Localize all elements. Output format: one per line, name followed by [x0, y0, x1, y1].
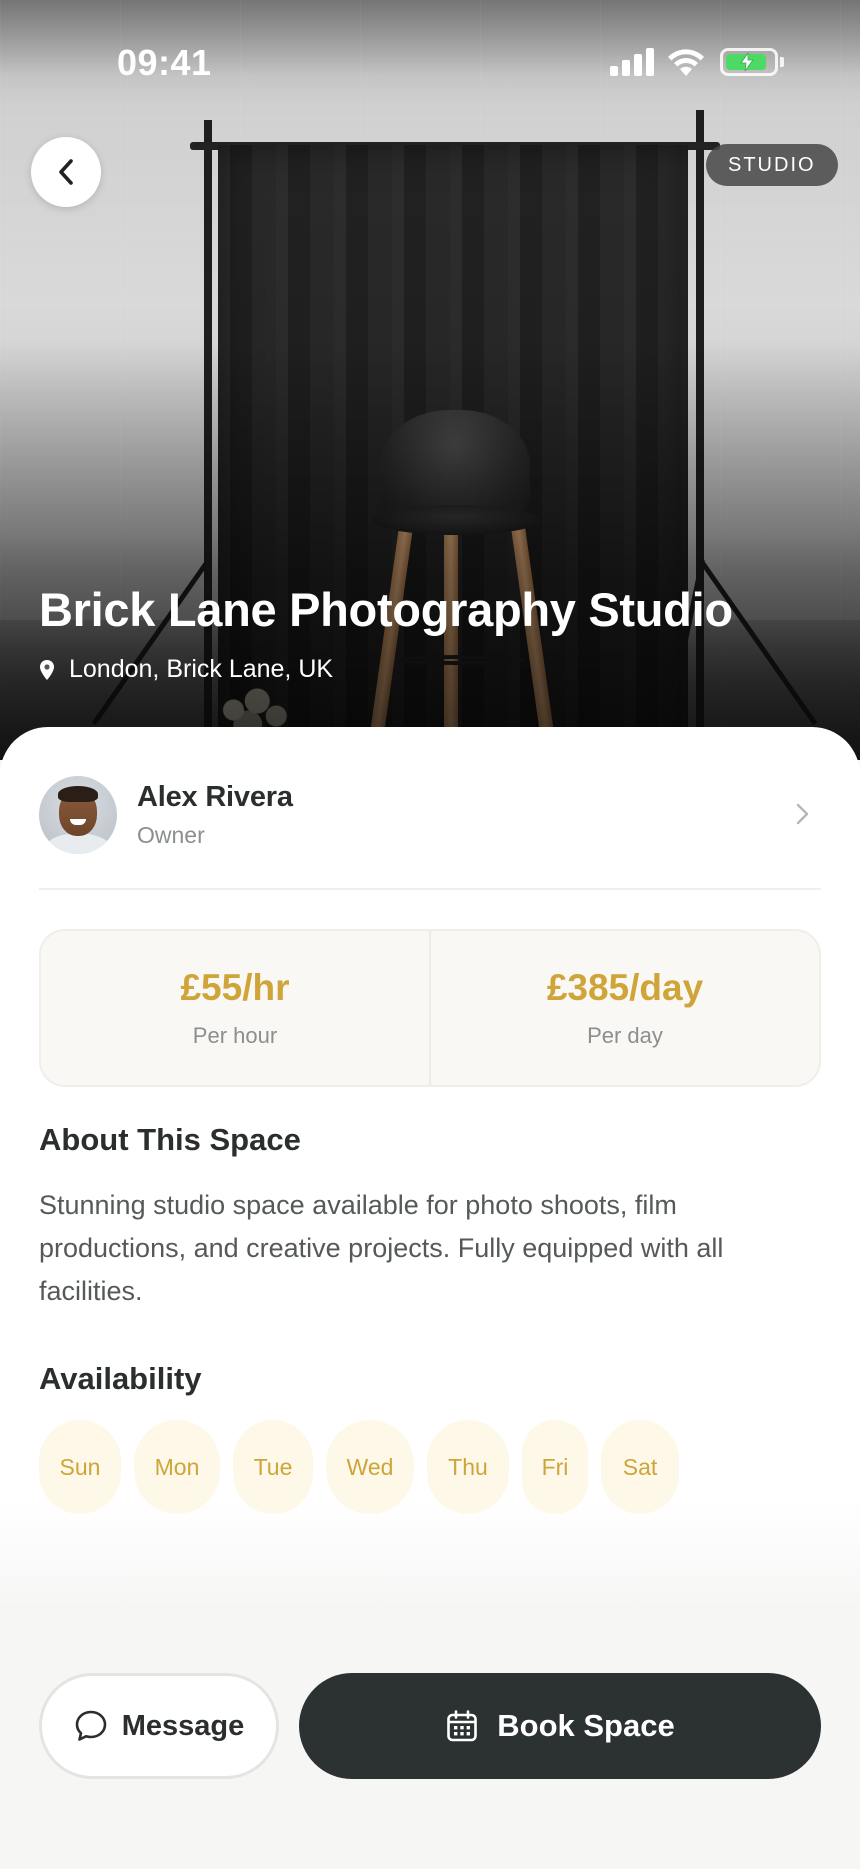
day-chip-thu[interactable]: Thu — [427, 1420, 509, 1514]
location-row: London, Brick Lane, UK — [39, 655, 333, 684]
calendar-icon — [447, 1710, 478, 1742]
day-chip-wed[interactable]: Wed — [326, 1420, 414, 1514]
availability-days: Sun Mon Tue Wed Thu Fri Sat — [39, 1420, 679, 1514]
day-chip-tue[interactable]: Tue — [233, 1420, 313, 1514]
about-title: About This Space — [39, 1122, 301, 1157]
chat-bubble-icon — [75, 1710, 107, 1741]
availability-title: Availability — [39, 1361, 202, 1396]
message-label: Message — [121, 1709, 245, 1742]
location-text: London, Brick Lane, UK — [69, 655, 334, 683]
back-button[interactable] — [31, 137, 101, 207]
price-label: Per hour — [192, 1023, 278, 1048]
chevron-left-icon — [59, 159, 73, 185]
avatar — [39, 776, 117, 854]
price-value: £55/hr — [180, 967, 290, 1008]
cellular-signal-icon — [610, 48, 654, 76]
pricing-card: £55/hr Per hour £385/day Per day — [39, 929, 821, 1087]
status-bar: 09:41 — [0, 0, 860, 100]
about-description: Stunning studio space available for phot… — [39, 1190, 724, 1306]
hero-image — [0, 0, 860, 760]
battery-cap — [780, 57, 784, 67]
book-space-button[interactable]: Book Space — [299, 1673, 821, 1779]
owner-name: Alex Rivera — [137, 781, 293, 813]
day-chip-sun[interactable]: Sun — [39, 1420, 121, 1514]
battery-icon — [720, 48, 778, 76]
day-chip-sat[interactable]: Sat — [601, 1420, 679, 1514]
price-hourly: £55/hr Per hour — [41, 931, 429, 1085]
book-space-label: Book Space — [497, 1708, 675, 1743]
price-value: £385/day — [546, 967, 704, 1008]
price-daily: £385/day Per day — [429, 931, 819, 1085]
owner-row[interactable]: Alex Rivera Owner — [39, 775, 821, 855]
price-label: Per day — [587, 1023, 663, 1048]
divider — [39, 888, 821, 890]
message-button[interactable]: Message — [39, 1673, 279, 1779]
space-title: Brick Lane Photography Studio — [39, 583, 733, 636]
wifi-icon — [668, 49, 704, 76]
day-chip-mon[interactable]: Mon — [134, 1420, 220, 1514]
chevron-right-icon — [796, 803, 809, 825]
bottom-action-bar: Message Book Space — [39, 1673, 821, 1779]
owner-role: Owner — [137, 822, 205, 848]
hero-gradient-overlay — [0, 0, 860, 760]
category-tag: STUDIO — [706, 144, 838, 186]
location-pin-icon — [40, 659, 54, 680]
day-chip-fri[interactable]: Fri — [522, 1420, 588, 1514]
status-time: 09:41 — [117, 42, 212, 83]
